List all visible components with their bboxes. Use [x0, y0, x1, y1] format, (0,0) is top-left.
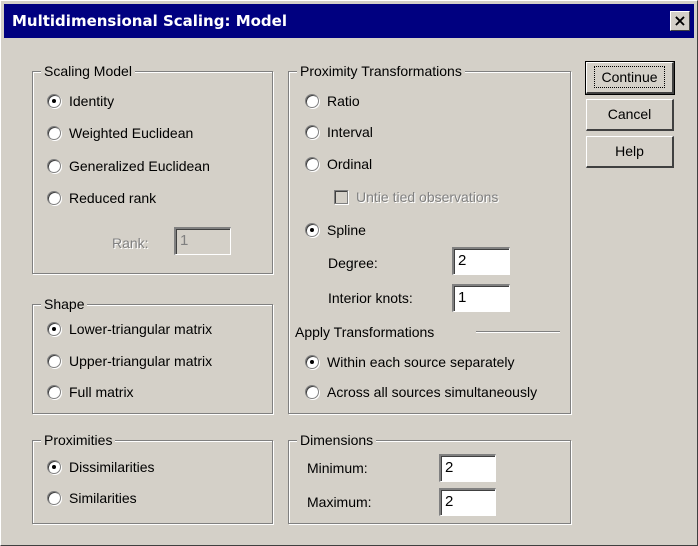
radio-label: Ordinal [327, 156, 373, 172]
radio-label: Similarities [69, 490, 137, 506]
continue-button[interactable]: Continue [585, 61, 675, 95]
radio-label: Across all sources simultaneously [327, 384, 538, 400]
radio-label: Dissimilarities [69, 459, 155, 475]
radio-dot[interactable] [305, 125, 319, 139]
degree-label: Degree: [328, 255, 378, 271]
minimum-label: Minimum: [307, 460, 368, 476]
apply-transformations-label: Apply Transformations [295, 324, 435, 340]
proximities-group: Proximities Dissimilarities Similarities [32, 431, 273, 524]
radio-label: Upper-triangular matrix [69, 353, 213, 369]
radio-label: Within each source separately [327, 354, 515, 370]
radio-label: Full matrix [69, 384, 134, 400]
radio-dot[interactable] [305, 157, 319, 171]
scaling-model-legend: Scaling Model [41, 62, 135, 80]
close-button[interactable]: × [670, 11, 690, 31]
radio-label: Generalized Euclidean [69, 158, 210, 174]
radio-label: Ratio [327, 93, 360, 109]
radio-dot[interactable] [47, 94, 61, 108]
dimensions-legend: Dimensions [297, 431, 377, 449]
maximum-label: Maximum: [307, 494, 372, 510]
radio-dot[interactable] [47, 322, 61, 336]
checkbox-box[interactable] [334, 190, 348, 204]
continue-label: Continue [594, 66, 665, 88]
radio-dot[interactable] [305, 223, 319, 237]
radio-dot[interactable] [47, 354, 61, 368]
proximity-transformations-group: Proximity Transformations Ratio Interval… [288, 62, 571, 414]
radio-label: Lower-triangular matrix [69, 321, 213, 337]
mds-model-dialog: Multidimensional Scaling: Model × Scalin… [0, 0, 698, 546]
proximities-legend: Proximities [41, 431, 116, 449]
radio-dot[interactable] [47, 126, 61, 140]
checkbox-label: Untie tied observations [356, 189, 499, 205]
proximity-transformations-legend: Proximity Transformations [297, 62, 465, 80]
rank-input[interactable]: 1 [174, 227, 231, 255]
radio-label: Weighted Euclidean [69, 125, 194, 141]
shape-group: Shape Lower-triangular matrix Upper-tria… [32, 295, 273, 414]
dimensions-group: Dimensions Minimum: 2 Maximum: 2 [288, 431, 571, 524]
interior-knots-input[interactable]: 1 [452, 284, 510, 312]
scaling-model-group: Scaling Model Identity Weighted Euclidea… [32, 62, 273, 274]
radio-label: Identity [69, 93, 115, 109]
radio-dot[interactable] [47, 460, 61, 474]
radio-dot[interactable] [47, 159, 61, 173]
radio-label: Spline [327, 222, 366, 238]
radio-dot[interactable] [47, 191, 61, 205]
apply-transformations-divider [476, 331, 560, 333]
cancel-button[interactable]: Cancel [586, 99, 674, 131]
radio-label: Reduced rank [69, 190, 157, 206]
help-button[interactable]: Help [586, 136, 674, 168]
title-bar: Multidimensional Scaling: Model × [4, 4, 694, 38]
maximum-input[interactable]: 2 [439, 488, 496, 516]
window-title: Multidimensional Scaling: Model [12, 12, 287, 30]
interior-knots-label: Interior knots: [328, 290, 413, 306]
radio-dot[interactable] [47, 491, 61, 505]
degree-input[interactable]: 2 [452, 247, 510, 275]
minimum-input[interactable]: 2 [439, 454, 496, 482]
radio-dot[interactable] [47, 385, 61, 399]
radio-dot[interactable] [305, 94, 319, 108]
shape-legend: Shape [41, 295, 88, 313]
radio-dot[interactable] [305, 355, 319, 369]
rank-label: Rank: [112, 235, 149, 251]
radio-label: Interval [327, 124, 373, 140]
radio-dot[interactable] [305, 385, 319, 399]
